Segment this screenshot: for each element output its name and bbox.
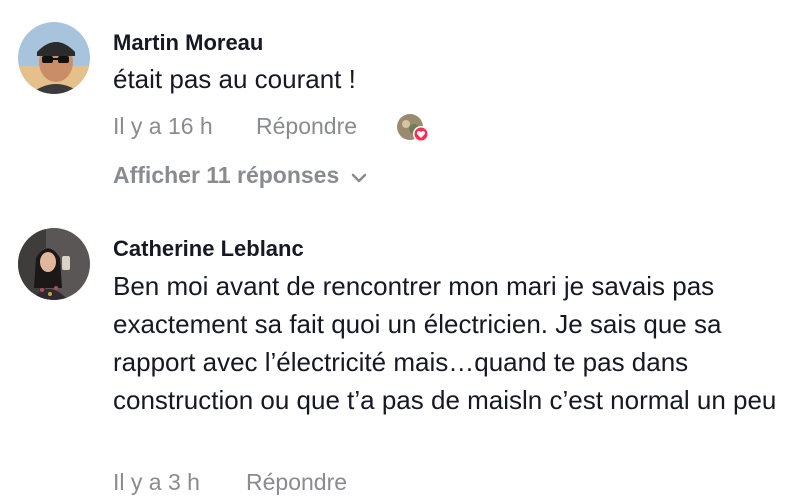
comment-author[interactable]: Martin Moreau — [113, 30, 263, 56]
comment-item: Catherine Leblanc Ben moi avant de renco… — [0, 200, 810, 502]
comment-text: Ben moi avant de rencontrer mon mari je … — [113, 271, 777, 415]
comment-timestamp: Il y a 3 h — [113, 469, 200, 495]
reply-button[interactable]: Répondre — [256, 113, 357, 140]
comment-text: était pas au courant ! — [113, 64, 356, 94]
chevron-down-icon — [351, 162, 367, 189]
reply-button[interactable]: Répondre — [246, 469, 347, 496]
view-replies-button[interactable]: Afficher 11 réponses — [113, 162, 367, 189]
heart-icon — [414, 127, 428, 141]
creator-liked-badge — [396, 113, 429, 142]
comment-timestamp: Il y a 16 h — [113, 113, 213, 139]
avatar[interactable] — [18, 22, 90, 94]
creator-avatar-icon — [397, 114, 429, 142]
view-replies-label: Afficher 11 réponses — [113, 162, 340, 188]
avatar[interactable] — [18, 228, 90, 300]
comment-author[interactable]: Catherine Leblanc — [113, 236, 304, 262]
comment-item: Martin Moreau était pas au courant ! Il … — [0, 0, 810, 200]
